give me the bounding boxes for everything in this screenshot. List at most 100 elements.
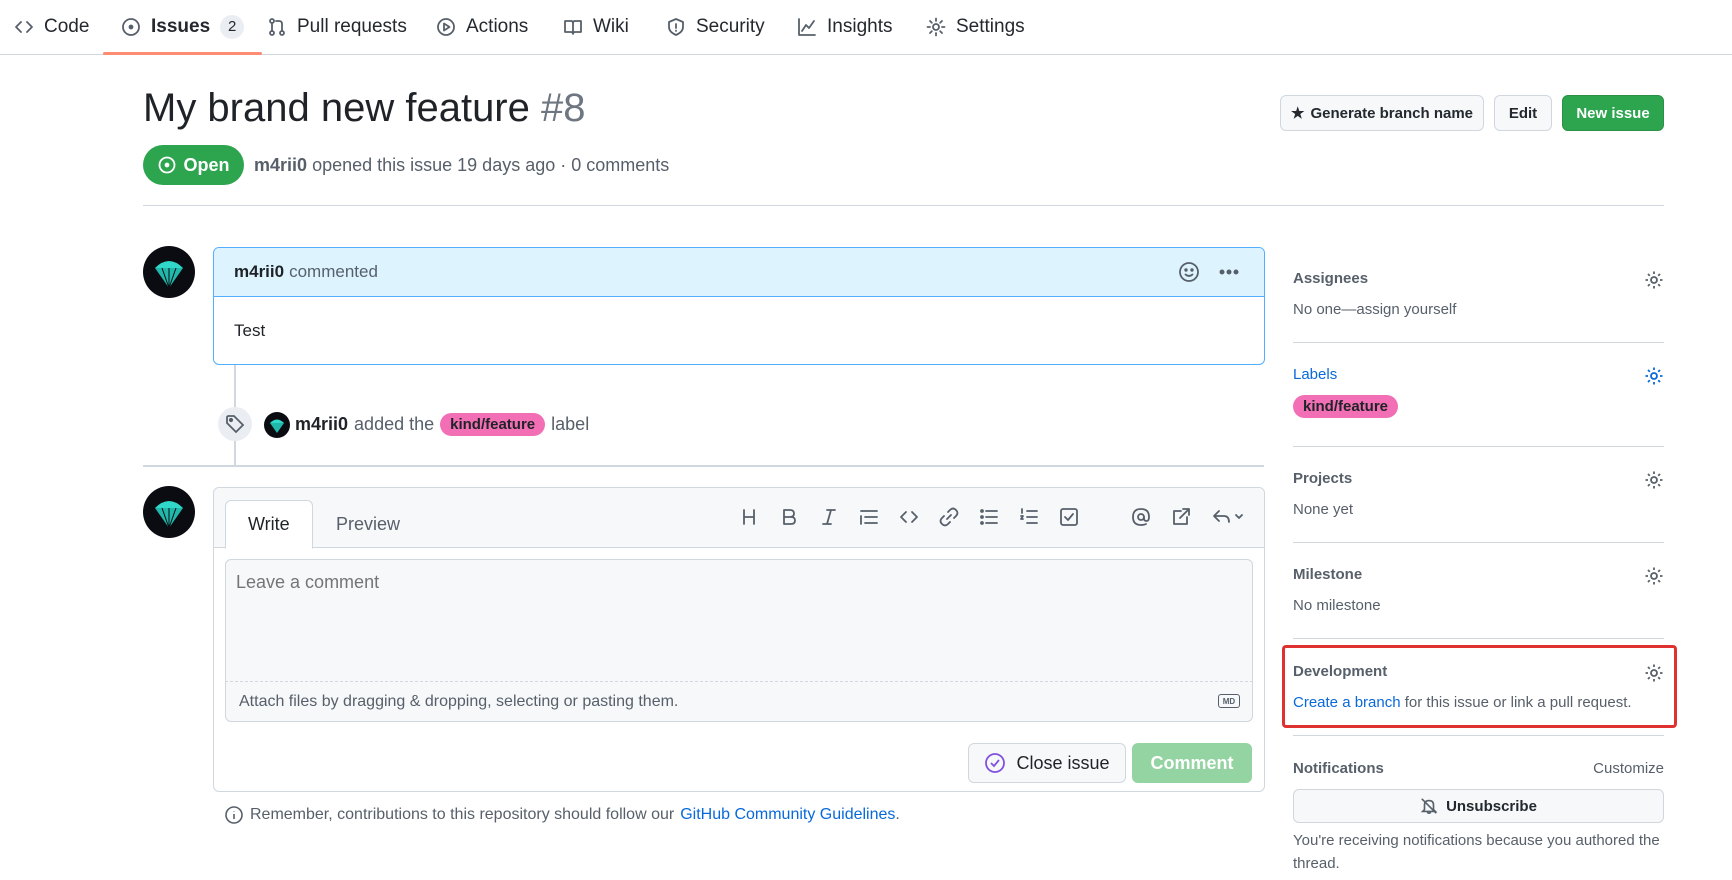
unordered-list-icon[interactable] xyxy=(978,506,1000,528)
tab-actions[interactable]: Actions xyxy=(436,0,528,54)
bold-icon[interactable] xyxy=(778,506,800,528)
event-text-before: added the xyxy=(354,414,435,434)
issue-meta: m4rii0 opened this issue 19 days ago · 0… xyxy=(254,155,669,176)
close-issue-label: Close issue xyxy=(1016,752,1110,773)
projects-title[interactable]: Projects xyxy=(1293,470,1664,487)
tag-icon xyxy=(218,407,252,441)
issue-author-link[interactable]: m4rii0 xyxy=(254,155,307,175)
sidebar-divider xyxy=(1293,446,1664,447)
projects-gear-icon[interactable] xyxy=(1644,470,1664,490)
mention-icon[interactable] xyxy=(1130,506,1152,528)
sidebar-divider xyxy=(1293,542,1664,543)
diamond-parachute-avatar-icon xyxy=(155,261,183,290)
tasklist-icon[interactable] xyxy=(1058,506,1080,528)
issue-opened-icon xyxy=(159,156,176,174)
tag-icon-svg xyxy=(226,415,245,434)
comment-actions xyxy=(1178,261,1240,283)
edit-button[interactable]: Edit xyxy=(1494,95,1552,131)
sidebar-development: Development Create a branch for this iss… xyxy=(1293,663,1664,711)
tab-insights[interactable]: Insights xyxy=(797,0,892,54)
avatar[interactable] xyxy=(143,486,195,538)
generate-branch-name-button[interactable]: ★ Generate branch name xyxy=(1280,95,1484,131)
labels-gear-icon[interactable] xyxy=(1644,366,1664,386)
tab-label: Actions xyxy=(466,16,529,37)
smiley-icon[interactable] xyxy=(1178,261,1200,283)
quote-icon[interactable] xyxy=(858,506,880,528)
issue-meta-text: opened this issue 19 days ago · 0 commen… xyxy=(312,155,670,175)
development-value: Create a branch for this issue or link a… xyxy=(1293,694,1664,711)
kebab-horizontal-icon[interactable] xyxy=(1218,261,1240,283)
issue-state-label: Open xyxy=(183,154,230,175)
bell-slash-icon xyxy=(1420,798,1438,815)
heading-icon[interactable] xyxy=(738,506,760,528)
milestone-gear-icon[interactable] xyxy=(1644,566,1664,586)
development-gear-icon[interactable] xyxy=(1644,663,1664,683)
sidebar-milestone: Milestone No milestone xyxy=(1293,566,1664,614)
sidebar-label-pill[interactable]: kind/feature xyxy=(1293,395,1399,418)
comment-author[interactable]: m4rii0 xyxy=(234,262,284,282)
labels-title[interactable]: Labels xyxy=(1293,366,1664,383)
comment-action: commented xyxy=(289,262,378,281)
book-icon xyxy=(564,20,582,35)
milestone-value: No milestone xyxy=(1293,597,1381,614)
sidebar-projects: Projects None yet xyxy=(1293,470,1664,518)
guidelines-suffix: . xyxy=(895,806,900,823)
tab-label: Pull requests xyxy=(297,16,407,37)
markdown-icon[interactable]: MD xyxy=(1218,694,1240,708)
generate-branch-label: Generate branch name xyxy=(1310,104,1473,122)
assignees-value[interactable]: No one—assign yourself xyxy=(1293,301,1664,318)
code-icon[interactable] xyxy=(898,506,920,528)
create-branch-link[interactable]: Create a branch xyxy=(1293,694,1401,711)
event-actor[interactable]: m4rii0 xyxy=(295,414,348,435)
notifications-reason: You're receiving notifications because y… xyxy=(1293,832,1660,872)
milestone-title[interactable]: Milestone xyxy=(1293,566,1664,583)
tab-issues[interactable]: Issues 2 xyxy=(102,0,263,55)
new-issue-button[interactable]: New issue xyxy=(1562,95,1664,131)
diamond-parachute-avatar-icon xyxy=(270,419,284,433)
attach-files-text: Attach files by dragging & dropping, sel… xyxy=(239,692,679,710)
link-icon[interactable] xyxy=(938,506,960,528)
comment-body: Test xyxy=(234,321,266,340)
tab-label: Issues xyxy=(151,16,211,37)
guidelines-link[interactable]: GitHub Community Guidelines xyxy=(680,806,895,823)
assignees-gear-icon[interactable] xyxy=(1644,270,1664,290)
tab-write[interactable]: Write xyxy=(225,500,313,549)
event-avatar[interactable] xyxy=(264,412,290,438)
event-label-pill[interactable]: kind/feature xyxy=(440,413,546,436)
guidelines-prefix: Remember, contributions to this reposito… xyxy=(250,806,675,823)
tab-preview[interactable]: Preview xyxy=(314,500,422,549)
unsubscribe-button[interactable]: Unsubscribe xyxy=(1293,789,1664,823)
assignees-title[interactable]: Assignees xyxy=(1293,270,1664,287)
issue-title: My brand new feature #8 xyxy=(143,86,586,131)
sidebar-labels: Labels kind/feature xyxy=(1293,366,1664,418)
tab-code[interactable]: Code xyxy=(14,0,89,54)
close-issue-button[interactable]: Close issue xyxy=(968,743,1126,783)
header-divider xyxy=(143,205,1664,206)
ordered-list-icon[interactable] xyxy=(1018,506,1040,528)
shield-icon xyxy=(668,18,684,36)
sidebar-assignees: Assignees No one—assign yourself xyxy=(1293,270,1664,318)
git-pull-request-icon xyxy=(269,18,285,36)
reply-icon[interactable] xyxy=(1210,506,1246,528)
markdown-toolbar xyxy=(738,506,1246,528)
issue-closed-icon xyxy=(985,753,1006,773)
tab-security[interactable]: Security xyxy=(666,0,765,54)
development-title[interactable]: Development xyxy=(1293,663,1664,680)
tab-settings[interactable]: Settings xyxy=(926,0,1025,54)
avatar[interactable] xyxy=(143,246,195,298)
event-text-after: label xyxy=(551,414,590,434)
cross-reference-icon[interactable] xyxy=(1170,506,1192,528)
tab-pull-requests[interactable]: Pull requests xyxy=(267,0,407,54)
customize-link[interactable]: Customize xyxy=(1593,760,1664,777)
issue-opened-icon xyxy=(122,18,140,36)
italic-icon[interactable] xyxy=(818,506,840,528)
attach-files-area[interactable]: Attach files by dragging & dropping, sel… xyxy=(225,682,1253,722)
tab-wiki[interactable]: Wiki xyxy=(563,0,629,54)
sidebar-divider xyxy=(1293,638,1664,639)
star-icon: ★ xyxy=(1290,105,1305,122)
tab-label: Insights xyxy=(827,16,893,37)
comment-textarea[interactable] xyxy=(225,559,1253,682)
comment-button[interactable]: Comment xyxy=(1132,743,1252,783)
label-event: m4rii0 added the kind/feature label xyxy=(295,413,589,436)
projects-value: None yet xyxy=(1293,501,1354,518)
